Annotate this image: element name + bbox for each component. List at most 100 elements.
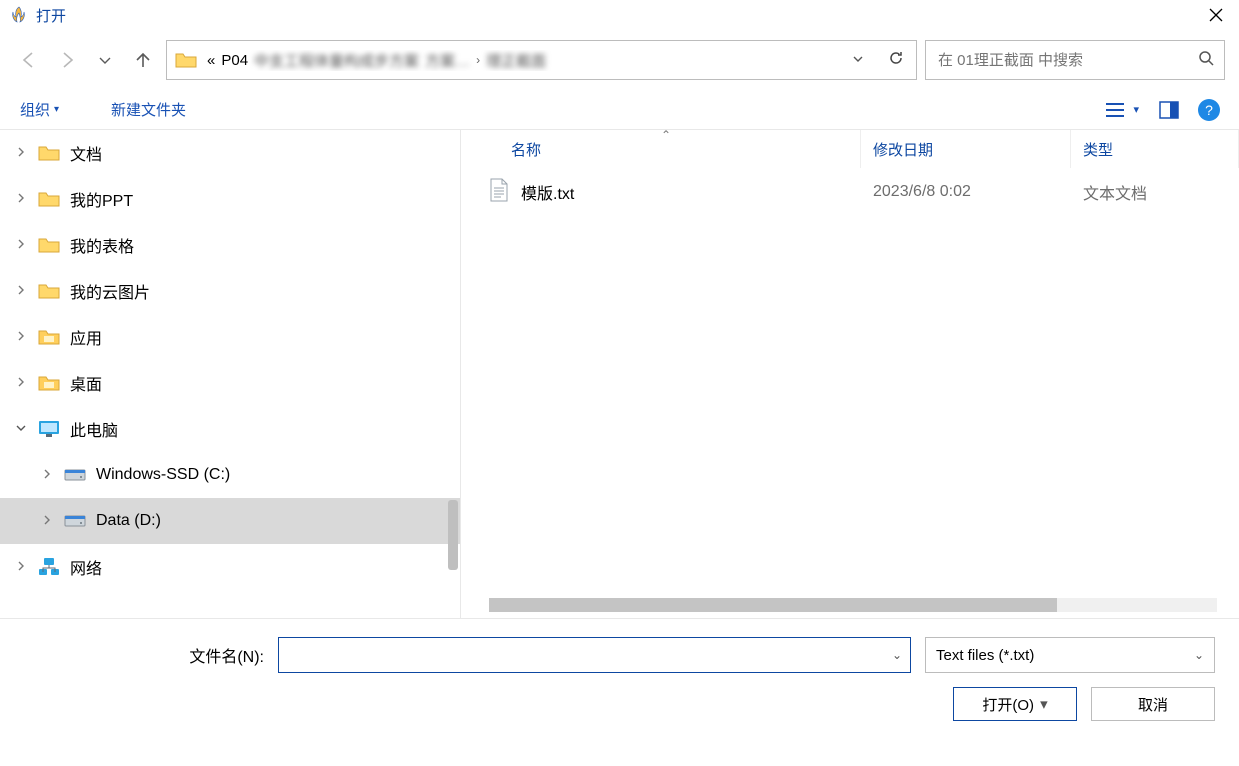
chevron-down-icon[interactable]: ⌄ [1194,648,1204,662]
nav-back-button[interactable] [14,45,44,75]
tree-item-label: 我的表格 [70,233,134,257]
expander-icon[interactable] [14,422,28,436]
drive-icon [64,464,86,486]
tree-item-label: Windows-SSD (C:) [96,466,230,484]
folder-icon [38,142,60,164]
folder-app-icon [38,326,60,348]
folder-icon [38,280,60,302]
tree-item-label: 桌面 [70,371,102,395]
chevron-down-icon: ▾ [1133,103,1139,116]
txt-file-icon [489,178,509,207]
folder-tree[interactable]: 文档我的PPT 我的表格我的云图片应用桌面此电脑 Windows-SSD (C:) D… [0,130,460,618]
network-icon [38,556,60,578]
tree-item-label: 网络 [70,555,102,579]
refresh-button[interactable] [884,49,908,71]
file-date: 2023/6/8 0:02 [861,183,1071,201]
column-date[interactable]: 修改日期 [861,130,1071,168]
tree-scrollbar-thumb[interactable] [448,500,458,570]
folder-app-icon [38,372,60,394]
horizontal-scrollbar[interactable] [489,598,1217,612]
chevron-down-icon: ▾ [54,104,59,115]
expander-icon[interactable] [14,330,28,344]
expander-icon[interactable] [40,514,54,528]
search-box[interactable] [925,40,1225,80]
folder-icon [175,51,197,69]
filetype-value: Text files (*.txt) [936,647,1194,664]
tree-item-label: 我的云图片 [70,279,150,303]
new-folder-label: 新建文件夹 [111,99,186,120]
monitor-icon [38,418,60,440]
breadcrumb-seg-1[interactable]: P04 [221,52,248,69]
split-indicator: ▾ [1040,695,1048,713]
breadcrumb-sep: › [476,53,480,67]
help-button[interactable]: ? [1193,96,1225,124]
tree-item-cdrive[interactable]: Windows-SSD (C:) [0,452,460,498]
expander-icon[interactable] [14,238,28,252]
tree-item-docs[interactable]: 文档 [0,130,460,176]
expander-icon[interactable] [14,560,28,574]
tree-item-mycloud[interactable]: 我的云图片 [0,268,460,314]
tree-item-ddrive[interactable]: Data (D:) [0,498,460,544]
toolbar: 组织 ▾ 新建文件夹 ▾ ? [0,90,1239,130]
breadcrumb-seg-3[interactable]: 理正截面 [486,50,546,71]
column-name-label: 名称 [511,139,541,160]
tree-item-label: 此电脑 [70,417,118,441]
scrollbar-thumb[interactable] [489,598,1057,612]
nav-recent-button[interactable] [90,45,120,75]
tree-item-myppt[interactable]: 我的PPT [0,176,460,222]
view-options-button[interactable]: ▾ [1099,96,1139,124]
column-type-label: 类型 [1083,139,1113,160]
column-type[interactable]: 类型 [1071,130,1239,168]
navigation-row: « P04 中支工程体量构成步方案 方案… › 理正截面 [0,30,1239,90]
address-dropdown[interactable] [842,53,874,68]
nav-forward-button[interactable] [52,45,82,75]
expander-icon[interactable] [14,376,28,390]
folder-icon [38,234,60,256]
file-type: 文本文档 [1071,180,1239,204]
tree-item-label: 文档 [70,141,102,165]
breadcrumb[interactable]: « P04 中支工程体量构成步方案 方案… › 理正截面 [207,50,832,71]
filename-input[interactable] [287,646,892,665]
chevron-down-icon[interactable]: ⌄ [892,648,902,662]
drive-icon [64,510,86,532]
organize-button[interactable]: 组织 ▾ [14,95,65,124]
body-split: 文档我的PPT 我的表格我的云图片应用桌面此电脑 Windows-SSD (C:) D… [0,130,1239,618]
nav-up-button[interactable] [128,45,158,75]
address-bar[interactable]: « P04 中支工程体量构成步方案 方案… › 理正截面 [166,40,917,80]
app-icon [10,6,28,24]
window-title: 打开 [36,5,66,26]
tree-item-apps[interactable]: 应用 [0,314,460,360]
expander-icon[interactable] [40,468,54,482]
sort-indicator-icon: ⌃ [661,130,671,142]
filename-label: 文件名(N): [24,643,264,667]
open-button[interactable]: 打开(O) ▾ [953,687,1077,721]
expander-icon[interactable] [14,192,28,206]
expander-icon[interactable] [14,146,28,160]
tree-item-mysheet[interactable]: 我的表格 [0,222,460,268]
breadcrumb-seg-1b: 中支工程体量构成步方案 [254,50,419,71]
folder-icon [38,188,60,210]
list-view-icon [1099,96,1131,124]
close-button[interactable] [1193,0,1239,30]
tree-item-label: 应用 [70,325,102,349]
breadcrumb-seg-2[interactable]: 方案… [425,50,470,71]
filetype-combo[interactable]: Text files (*.txt) ⌄ [925,637,1215,673]
search-input[interactable] [936,51,1198,70]
new-folder-button[interactable]: 新建文件夹 [105,95,192,124]
cancel-button[interactable]: 取消 [1091,687,1215,721]
breadcrumb-prefix: « [207,52,215,69]
tree-item-network[interactable]: 网络 [0,544,460,590]
title-bar: 打开 [0,0,1239,30]
expander-icon[interactable] [14,284,28,298]
column-date-label: 修改日期 [873,139,933,160]
file-row[interactable]: 模版.txt2023/6/8 0:02文本文档 [461,168,1239,216]
file-list-header: 名称 修改日期 类型 [461,130,1239,168]
tree-item-thispc[interactable]: 此电脑 [0,406,460,452]
file-list-pane: ⌃ 名称 修改日期 类型 模版.txt2023/6/8 0:02文本文档 [460,130,1239,618]
organize-label: 组织 [20,99,50,120]
filename-combo[interactable]: ⌄ [278,637,911,673]
tree-item-desktop[interactable]: 桌面 [0,360,460,406]
preview-pane-button[interactable] [1153,96,1185,124]
cancel-button-label: 取消 [1138,694,1168,715]
tree-item-label: Data (D:) [96,512,161,530]
